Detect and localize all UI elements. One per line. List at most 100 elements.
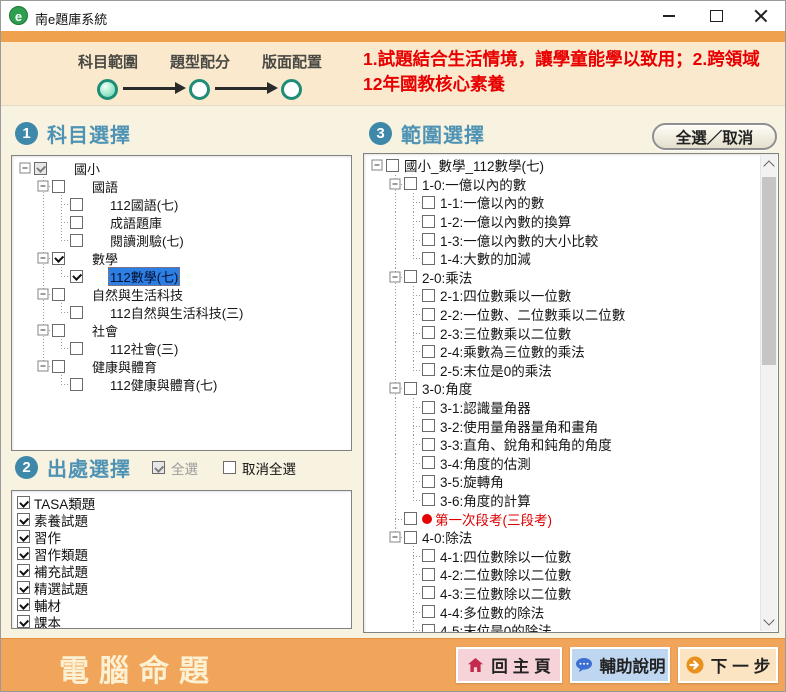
tree-item-label[interactable]: 2-2:一位數、二位數乘以二位數 <box>440 304 625 324</box>
minimize-button[interactable] <box>647 1 691 31</box>
step-circle-2[interactable] <box>189 79 210 100</box>
expand-collapse-toggle[interactable] <box>390 271 401 282</box>
select-all-checkbox-group[interactable]: 全選 <box>152 458 198 478</box>
tree-item-label[interactable]: 成語題庫 <box>110 213 162 232</box>
tree-item-label[interactable]: 1-1:一億以內的數 <box>440 192 544 212</box>
expand-collapse-toggle[interactable] <box>38 289 49 300</box>
tree-item-label[interactable]: 3-0:角度 <box>422 378 472 398</box>
source-item-checkbox[interactable] <box>17 513 30 526</box>
tree-checkbox[interactable] <box>422 605 435 618</box>
home-button[interactable]: 回主頁 <box>456 647 562 683</box>
tree-checkbox[interactable] <box>422 438 435 451</box>
expand-collapse-toggle[interactable] <box>38 325 49 336</box>
tree-checkbox[interactable] <box>422 233 435 246</box>
tree-checkbox[interactable] <box>422 401 435 414</box>
tree-checkbox[interactable] <box>52 252 65 265</box>
tree-checkbox[interactable] <box>422 215 435 228</box>
tree-item-label[interactable]: 4-1:四位數除以一位數 <box>440 546 571 566</box>
tree-item-label[interactable]: 3-4:角度的估測 <box>440 453 531 473</box>
tree-item-label[interactable]: 2-3:三位數乘以二位數 <box>440 323 571 343</box>
tree-checkbox[interactable] <box>52 288 65 301</box>
tree-item-label[interactable]: 112數學(七) <box>108 267 180 286</box>
source-item-checkbox[interactable] <box>17 581 30 594</box>
tree-item-label[interactable]: 健康與體育 <box>92 357 157 376</box>
step-circle-3[interactable] <box>281 79 302 100</box>
tree-checkbox[interactable] <box>70 306 83 319</box>
tree-checkbox[interactable] <box>422 549 435 562</box>
expand-collapse-toggle[interactable] <box>38 361 49 372</box>
tree-item-label[interactable]: 4-0:除法 <box>422 527 472 547</box>
tree-item-label[interactable]: 1-0:一億以內的數 <box>422 174 526 194</box>
source-item-checkbox[interactable] <box>17 530 30 543</box>
source-item-checkbox[interactable] <box>17 496 30 509</box>
tree-item-label[interactable]: 3-5:旋轉角 <box>440 471 504 491</box>
tree-item-label[interactable]: 4-4:多位數的除法 <box>440 602 544 622</box>
tree-checkbox[interactable] <box>422 568 435 581</box>
tree-item-label[interactable]: 2-4:乘數為三位數的乘法 <box>440 341 585 361</box>
tree-checkbox[interactable] <box>422 456 435 469</box>
tree-item-label[interactable]: 2-1:四位數乘以一位數 <box>440 285 571 305</box>
tree-item-label[interactable]: 3-1:認識量角器 <box>440 397 531 417</box>
tree-checkbox[interactable] <box>70 234 83 247</box>
expand-collapse-toggle[interactable] <box>38 181 49 192</box>
tree-checkbox[interactable] <box>70 216 83 229</box>
scroll-down-icon[interactable] <box>763 614 774 625</box>
tree-item-label[interactable]: 國語 <box>92 177 118 196</box>
tree-checkbox[interactable] <box>422 419 435 432</box>
tree-item-label[interactable]: 112自然與生活科技(三) <box>110 303 243 322</box>
expand-collapse-toggle[interactable] <box>38 253 49 264</box>
tree-checkbox[interactable] <box>404 382 417 395</box>
expand-collapse-toggle[interactable] <box>372 160 383 171</box>
tree-item-label[interactable]: 4-3:三位數除以二位數 <box>440 583 571 603</box>
next-step-button[interactable]: 下一步 <box>678 647 778 683</box>
tree-item-label[interactable]: 112健康與體育(七) <box>110 375 217 394</box>
help-button[interactable]: 輔助說明 <box>570 647 670 683</box>
tree-checkbox[interactable] <box>404 177 417 190</box>
tree-checkbox[interactable] <box>422 363 435 376</box>
tree-checkbox[interactable] <box>422 493 435 506</box>
tree-checkbox[interactable] <box>422 252 435 265</box>
tree-item-label[interactable]: 4-2:二位數除以二位數 <box>440 564 571 584</box>
tree-checkbox[interactable] <box>404 512 417 525</box>
deselect-all-checkbox[interactable] <box>223 461 236 474</box>
tree-item-label[interactable]: 112社會(三) <box>110 339 178 358</box>
deselect-all-checkbox-group[interactable]: 取消全選 <box>223 458 296 478</box>
expand-collapse-toggle[interactable] <box>390 178 401 189</box>
tree-item-label[interactable]: 112國語(七) <box>110 195 178 214</box>
expand-collapse-toggle[interactable] <box>390 383 401 394</box>
tree-checkbox[interactable] <box>386 159 399 172</box>
tree-checkbox[interactable] <box>422 289 435 302</box>
source-item-checkbox[interactable] <box>17 564 30 577</box>
source-item-checkbox[interactable] <box>17 547 30 560</box>
tree-checkbox[interactable] <box>422 624 435 633</box>
tree-checkbox[interactable] <box>34 162 47 175</box>
tree-item-label[interactable]: 1-3:一億以內數的大小比較 <box>440 230 598 250</box>
tree-item-label[interactable]: 國小 <box>74 159 100 178</box>
source-item-label[interactable]: 課本 <box>34 612 61 630</box>
tree-checkbox[interactable] <box>70 342 83 355</box>
tree-checkbox[interactable] <box>52 360 65 373</box>
tree-item-label[interactable]: 4-5:末位是0的除法 <box>440 620 552 633</box>
tree-checkbox[interactable] <box>52 324 65 337</box>
tree-item-label[interactable]: 2-0:乘法 <box>422 267 472 287</box>
tree-item-label[interactable]: 閱讀測驗(七) <box>110 231 184 250</box>
scrollbar-thumb[interactable] <box>762 177 776 365</box>
tree-item-label[interactable]: 自然與生活科技 <box>92 285 183 304</box>
tree-item-label[interactable]: 1-2:一億以內數的換算 <box>440 211 571 231</box>
scrollbar[interactable] <box>760 155 777 631</box>
tree-checkbox[interactable] <box>70 198 83 211</box>
close-button[interactable] <box>739 1 783 31</box>
maximize-button[interactable] <box>694 1 738 31</box>
tree-checkbox[interactable] <box>52 180 65 193</box>
tree-checkbox[interactable] <box>404 270 417 283</box>
tree-item-label[interactable]: 第一次段考(三段考) <box>435 509 552 529</box>
tree-checkbox[interactable] <box>422 586 435 599</box>
expand-collapse-toggle[interactable] <box>390 532 401 543</box>
tree-checkbox[interactable] <box>70 270 83 283</box>
scroll-up-icon[interactable] <box>763 160 774 171</box>
tree-item-label[interactable]: 2-5:末位是0的乘法 <box>440 360 552 380</box>
tree-item-label[interactable]: 1-4:大數的加減 <box>440 248 531 268</box>
tree-item-label[interactable]: 3-3:直角、銳角和鈍角的角度 <box>440 434 612 454</box>
tree-checkbox[interactable] <box>70 378 83 391</box>
tree-checkbox[interactable] <box>422 475 435 488</box>
